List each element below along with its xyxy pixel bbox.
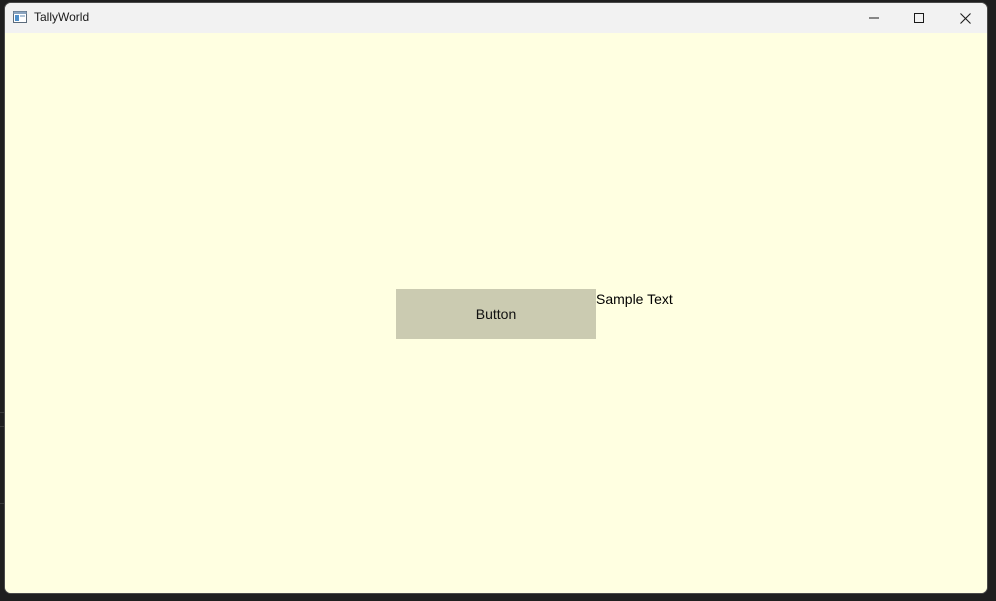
close-icon bbox=[959, 12, 971, 24]
title-bar[interactable]: TallyWorld bbox=[5, 3, 987, 33]
maximize-button[interactable] bbox=[896, 3, 942, 33]
window-title: TallyWorld bbox=[34, 10, 90, 24]
main-button[interactable]: Button bbox=[396, 289, 596, 339]
window-app-icon bbox=[13, 11, 27, 23]
client-area: Button Sample Text bbox=[5, 33, 987, 593]
sample-text-label: Sample Text bbox=[596, 291, 673, 307]
close-button[interactable] bbox=[942, 3, 987, 33]
minimize-icon bbox=[869, 17, 879, 19]
main-button-label: Button bbox=[475, 306, 517, 322]
minimize-button[interactable] bbox=[851, 3, 897, 33]
app-window: TallyWorld Button Sample Text bbox=[4, 2, 988, 594]
maximize-icon bbox=[914, 13, 924, 23]
